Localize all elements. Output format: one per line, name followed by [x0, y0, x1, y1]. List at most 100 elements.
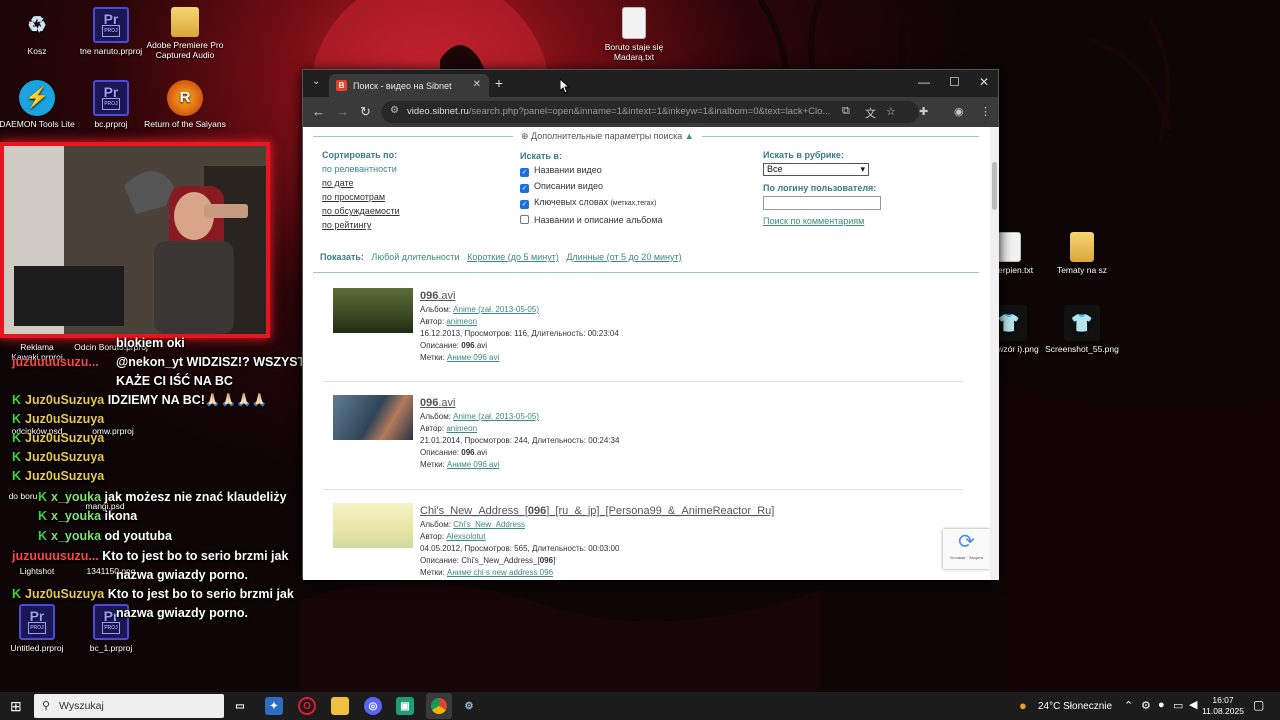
result-title-link[interactable]: 096.avi: [420, 397, 619, 409]
desktop-icon-return-saiyans[interactable]: R Return of the Saiyans: [142, 80, 228, 129]
video-thumbnail[interactable]: [333, 503, 413, 548]
steam-icon[interactable]: ⚙: [460, 697, 478, 715]
tray-chevron-icon[interactable]: ⌃: [1124, 699, 1133, 712]
result-stats: 04.05.2012, Просмотров: 565, Длительност…: [420, 544, 620, 553]
text-file-icon: [622, 7, 646, 39]
task-view-icon[interactable]: ▭: [231, 697, 249, 715]
page-scrollbar[interactable]: [990, 127, 999, 580]
sort-panel: Сортировать по: по релевантности по дате…: [322, 150, 400, 230]
maximize-icon[interactable]: ☐: [949, 75, 960, 89]
result-title-link[interactable]: Chi's_New_Address_[096]_[ru_&_jp]_[Perso…: [420, 505, 774, 517]
sort-option-date[interactable]: по дате: [322, 178, 400, 188]
minimize-icon[interactable]: —: [918, 75, 930, 89]
notifications-icon[interactable]: ▢: [1253, 698, 1264, 712]
lightning-icon: ⚡: [19, 80, 55, 116]
app-icon[interactable]: ▣: [396, 697, 414, 715]
browser-titlebar[interactable]: ⌄ B Поиск - видео на Sibnet ✕ + — ☐ ✕: [303, 70, 998, 97]
author-link[interactable]: animeon: [446, 317, 477, 326]
folder-icon: [171, 7, 199, 37]
album-link[interactable]: Chi's_New_Address: [453, 520, 525, 529]
weather-text[interactable]: 24°C Słonecznie: [1038, 701, 1112, 712]
chat-message: blokiem oki: [116, 336, 185, 350]
album-link[interactable]: Anime (zał. 2013-05-05): [453, 412, 539, 421]
tags-links[interactable]: Аниме chi s new address 096: [447, 568, 553, 577]
tab-search-chevron-icon[interactable]: ⌄: [312, 76, 320, 87]
install-app-icon[interactable]: ⧉: [842, 105, 850, 118]
divider: [323, 489, 963, 490]
tray-app-icon[interactable]: ⚙: [1141, 699, 1151, 712]
chat-message: K Juz0uSuzuya Kto to jest bo to serio brz…: [12, 587, 294, 601]
rubric-select[interactable]: Все ▾: [763, 163, 869, 176]
menu-kebab-icon[interactable]: ⋮: [980, 105, 991, 118]
sort-option-relevance[interactable]: по релевантности: [322, 164, 400, 174]
site-info-icon[interactable]: ⚙: [390, 105, 399, 116]
chat-message: juzuuuusuzu... Kto to jest bo to serio b…: [12, 549, 289, 563]
search-in-keywords[interactable]: ✓ Ключевых словах (метках,тегах): [520, 194, 662, 212]
back-arrow-icon[interactable]: ←: [312, 104, 325, 119]
premiere-project-icon: Pr PROJ: [93, 7, 129, 43]
browser-window: ⌄ B Поиск - видео на Sibnet ✕ + — ☐ ✕ ← …: [302, 69, 999, 580]
rubric-header: Искать в рубрике:: [763, 150, 844, 160]
translate-icon[interactable]: 文: [865, 105, 876, 121]
network-icon[interactable]: ▭: [1173, 699, 1183, 712]
windows-start-icon[interactable]: ⊞: [10, 698, 22, 715]
volume-icon[interactable]: ◀: [1189, 698, 1197, 711]
badge-icon: K: [12, 431, 22, 445]
result-title-link[interactable]: 096.avi: [420, 290, 619, 302]
chat-message: K Juz0uSuzuya IDZIEMY NA BC!🙏🏻🙏🏻🙏🏻🙏🏻: [12, 393, 268, 407]
desktop-icon-captured-audio[interactable]: Adobe Premiere Pro Captured Audio: [142, 7, 228, 60]
microphone-icon[interactable]: ●: [1158, 699, 1165, 711]
mouse-cursor-icon: [560, 79, 570, 94]
reload-icon[interactable]: ↻: [360, 104, 371, 120]
opera-icon[interactable]: O: [298, 697, 316, 715]
chrome-icon[interactable]: [426, 693, 452, 719]
author-link[interactable]: animeon: [446, 424, 477, 433]
forward-arrow-icon[interactable]: →: [336, 104, 349, 119]
bookmark-star-icon[interactable]: ☆: [886, 105, 896, 118]
sort-option-discussion[interactable]: по обсуждаемости: [322, 206, 400, 216]
extensions-puzzle-icon[interactable]: ✚: [919, 105, 928, 118]
profile-avatar-icon[interactable]: ◉: [954, 105, 964, 118]
chat-message: @nekon_yt WIDZISZ!? WSZYSTKO: [116, 355, 325, 369]
search-in-video-title[interactable]: ✓ Названии видео: [520, 162, 662, 178]
taskbar: ⊞ ⚲ Wyszukaj ▭ ✦ O ◎ ▣ ⚙ ● 24°C Słoneczni…: [0, 692, 1280, 720]
login-input[interactable]: [763, 196, 881, 210]
badge-icon: K: [38, 490, 48, 504]
filter-short[interactable]: Короткие (до 5 минут): [467, 252, 559, 262]
search-in-album[interactable]: Названии и описание альбома: [520, 212, 662, 228]
address-bar[interactable]: ⚙ video.sibnet.ru/search.php?panel=open&…: [381, 101, 919, 123]
close-window-icon[interactable]: ✕: [979, 75, 989, 89]
file-explorer-icon[interactable]: [331, 697, 349, 715]
taskbar-search[interactable]: ⚲ Wyszukaj: [34, 694, 224, 718]
divider: [323, 381, 963, 382]
app-icon[interactable]: ✦: [265, 697, 283, 715]
filter-any-duration[interactable]: Любой длительности: [371, 252, 459, 262]
scrollbar-thumb[interactable]: [992, 162, 997, 210]
desktop-icon-boruto-txt[interactable]: Boruto staje się Madarą.txt: [591, 7, 677, 62]
video-thumbnail[interactable]: [333, 395, 413, 440]
album-link[interactable]: Anime (zał. 2013-05-05): [453, 305, 539, 314]
video-thumbnail[interactable]: [333, 288, 413, 333]
comments-search-link[interactable]: Поиск по комментариям: [763, 216, 881, 226]
tab-close-icon[interactable]: ✕: [473, 79, 481, 90]
filter-long[interactable]: Длинные (от 5 до 20 минут): [566, 252, 681, 262]
checkbox-checked-icon: ✓: [520, 200, 529, 209]
sort-option-rating[interactable]: по рейтингу: [322, 220, 400, 230]
search-in-video-description[interactable]: ✓ Описании видео: [520, 178, 662, 194]
advanced-search-toggle[interactable]: ⊕ Дополнительные параметры поиска ▲: [513, 131, 702, 142]
discord-icon[interactable]: ◎: [364, 697, 382, 715]
recaptcha-badge[interactable]: ⟳ Условия · Защита: [943, 529, 990, 569]
text-file-icon: [997, 232, 1021, 262]
sort-option-views[interactable]: по просмотрам: [322, 192, 400, 202]
clock[interactable]: 16:07 11.08.2025: [1202, 695, 1244, 717]
author-link[interactable]: Alexsolotut: [446, 532, 485, 541]
new-tab-plus-icon[interactable]: +: [491, 75, 507, 91]
chat-message: K Juz0uSuzuya: [12, 469, 105, 483]
weather-sun-icon[interactable]: ●: [1019, 698, 1027, 713]
badge-icon: K: [12, 393, 22, 407]
tags-links[interactable]: Аниме 096 avi: [447, 460, 499, 469]
tab-sibnet-search[interactable]: B Поиск - видео на Sibnet ✕: [329, 74, 489, 97]
badge-icon: K: [12, 587, 22, 601]
chevron-down-icon: ▾: [860, 164, 865, 174]
tags-links[interactable]: Аниме 096 avi: [447, 353, 499, 362]
